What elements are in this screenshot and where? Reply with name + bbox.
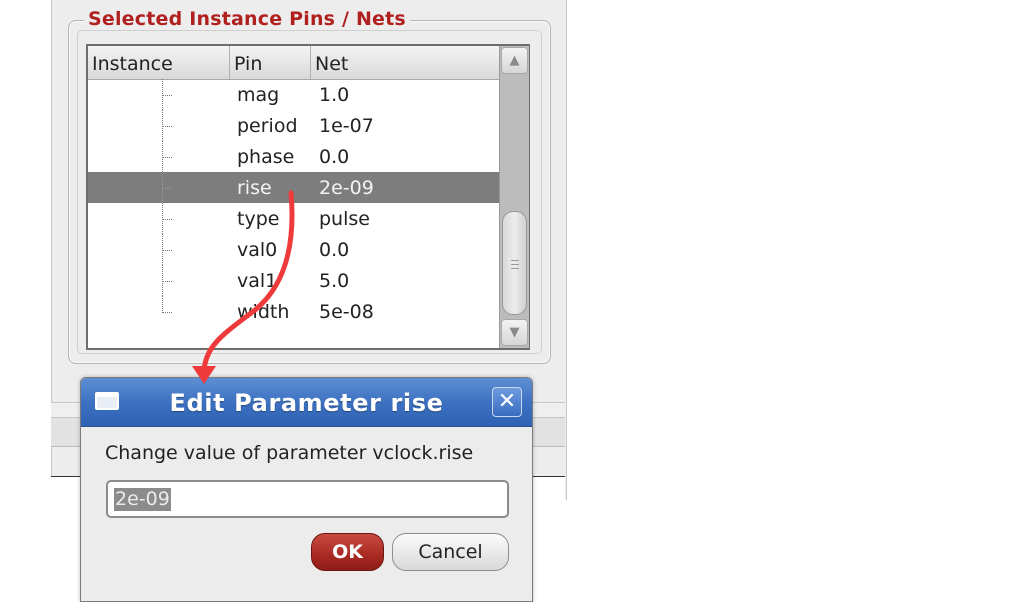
annotation-arrow	[192, 190, 295, 384]
